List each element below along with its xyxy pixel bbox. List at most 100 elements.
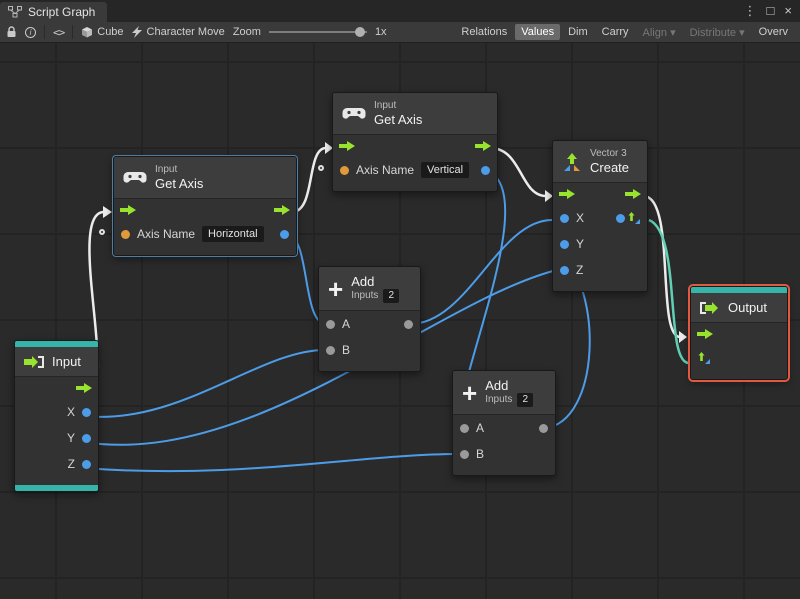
input-port-b[interactable] bbox=[326, 345, 335, 355]
flow-out-arrow-icon[interactable] bbox=[475, 141, 491, 151]
wire-data-input-z-to-add2-b[interactable] bbox=[83, 453, 459, 473]
port-row-b: B bbox=[319, 337, 420, 363]
input-port-a[interactable] bbox=[460, 423, 469, 433]
output-port-y[interactable] bbox=[82, 433, 91, 443]
axis-icon[interactable] bbox=[698, 352, 710, 364]
zoom-slider[interactable] bbox=[268, 25, 367, 39]
node-titles: Add Inputs 2 bbox=[485, 378, 533, 407]
inputs-count-field[interactable]: 2 bbox=[517, 393, 533, 407]
vector3-icon bbox=[564, 152, 580, 171]
toolbar-separator bbox=[72, 25, 74, 39]
overview-button[interactable]: Overv bbox=[753, 24, 794, 40]
sum-output-port[interactable] bbox=[539, 423, 548, 433]
wire-flow-vertical-to-vector3[interactable] bbox=[489, 146, 547, 198]
zoom-value: 1x bbox=[374, 26, 387, 38]
node-title: Input bbox=[52, 354, 81, 369]
axis-name-field[interactable]: Vertical bbox=[421, 162, 470, 178]
axis-name-label: Axis Name bbox=[137, 227, 196, 241]
axis-name-row: Axis Name Horizontal bbox=[99, 221, 296, 247]
axis-name-label: Axis Name bbox=[356, 163, 415, 177]
flow-in-arrow-icon[interactable] bbox=[339, 141, 355, 151]
node-header: Input bbox=[15, 347, 98, 377]
input-port-b[interactable] bbox=[460, 449, 469, 459]
flow-out-arrow-icon[interactable] bbox=[76, 383, 92, 393]
unity-script-graph-window: Script Graph ⋮ □ × i <> Cube Character M… bbox=[0, 0, 800, 599]
plus-icon: + bbox=[328, 273, 344, 304]
wire-arrowhead bbox=[679, 331, 687, 343]
wire-value-vector3-to-output[interactable] bbox=[648, 218, 690, 365]
zoom-slider-handle[interactable] bbox=[354, 27, 365, 37]
tab-bar: Script Graph ⋮ □ × bbox=[0, 0, 800, 22]
vector3-input-row bbox=[691, 345, 787, 371]
value-port-ring[interactable] bbox=[99, 229, 105, 235]
close-icon[interactable]: × bbox=[784, 0, 792, 22]
flow-in-arrow-icon[interactable] bbox=[120, 205, 136, 215]
relations-button[interactable]: Relations bbox=[455, 24, 513, 40]
distribute-dropdown[interactable]: Distribute ▾ bbox=[684, 24, 751, 41]
node-add-2[interactable]: + Add Inputs 2 A B bbox=[452, 370, 556, 476]
node-add-1[interactable]: + Add Inputs 2 A B bbox=[318, 266, 421, 372]
info-icon[interactable]: i bbox=[25, 26, 36, 38]
vector3-output-port[interactable] bbox=[616, 213, 625, 223]
flow-out-arrow-icon[interactable] bbox=[274, 205, 290, 215]
values-button[interactable]: Values bbox=[515, 24, 561, 40]
tab-script-graph[interactable]: Script Graph bbox=[0, 2, 108, 22]
input-port-y[interactable] bbox=[560, 239, 569, 249]
axis-name-port[interactable] bbox=[121, 229, 130, 239]
input-port-z[interactable] bbox=[560, 265, 569, 275]
flow-out-arrow-icon[interactable] bbox=[625, 189, 641, 199]
port-row-y: Y bbox=[553, 231, 647, 257]
node-header: + Add Inputs 2 bbox=[453, 371, 555, 415]
window-controls: ⋮ □ × bbox=[736, 0, 800, 22]
node-graph-output[interactable]: Output bbox=[690, 286, 788, 380]
axis-name-port[interactable] bbox=[340, 165, 349, 175]
flow-in-arrow-icon[interactable] bbox=[697, 329, 713, 339]
wire-data-input-x-to-add1-b[interactable] bbox=[83, 348, 327, 418]
port-row-y: Y bbox=[15, 425, 98, 451]
output-port-z[interactable] bbox=[82, 459, 91, 469]
sum-output-port[interactable] bbox=[404, 319, 413, 329]
distribute-label: Distribute bbox=[689, 26, 737, 39]
node-title: Output bbox=[728, 300, 768, 315]
maximize-icon[interactable]: □ bbox=[767, 0, 775, 22]
flow-in-arrow-icon[interactable] bbox=[559, 189, 575, 199]
axis-name-field[interactable]: Horizontal bbox=[202, 226, 264, 242]
align-dropdown[interactable]: Align ▾ bbox=[637, 24, 682, 41]
float-output-port[interactable] bbox=[280, 229, 289, 239]
flow-row bbox=[333, 135, 497, 157]
cube-breadcrumb[interactable]: Cube bbox=[81, 26, 124, 38]
inputs-count-field[interactable]: 2 bbox=[383, 289, 399, 303]
output-port-x[interactable] bbox=[82, 407, 91, 417]
node-vector3-create[interactable]: Vector 3 Create X Y Z bbox=[552, 140, 648, 292]
dim-button[interactable]: Dim bbox=[562, 24, 594, 40]
node-header: Input Get Axis bbox=[333, 93, 497, 135]
node-titles: Vector 3 Create bbox=[590, 148, 629, 175]
flow-row bbox=[15, 377, 98, 399]
character-move-label: Character Move bbox=[146, 26, 225, 38]
input-port-a[interactable] bbox=[326, 319, 335, 329]
node-graph-input[interactable]: Input X Y Z bbox=[14, 340, 99, 492]
node-get-axis-vertical[interactable]: Input Get Axis Axis Name Vertical bbox=[318, 92, 498, 192]
wire-arrowhead bbox=[103, 206, 112, 218]
window-menu-icon[interactable]: ⋮ bbox=[744, 0, 757, 22]
float-output-port[interactable] bbox=[481, 165, 490, 175]
code-icon[interactable]: <> bbox=[53, 26, 65, 39]
node-get-axis-horizontal[interactable]: Input Get Axis Axis Name Horizontal bbox=[99, 156, 297, 256]
gamepad-icon bbox=[342, 108, 366, 119]
chevron-down-icon: ▾ bbox=[739, 26, 745, 39]
wire-flow-horizontal-to-vertical[interactable] bbox=[291, 146, 327, 214]
port-label: A bbox=[342, 317, 351, 331]
value-port-ring[interactable] bbox=[318, 165, 324, 171]
carry-button[interactable]: Carry bbox=[596, 24, 635, 40]
graph-canvas[interactable]: Input Get Axis Axis Name Vertical Input … bbox=[0, 43, 800, 599]
lock-icon[interactable] bbox=[6, 26, 17, 38]
input-port-x[interactable] bbox=[560, 213, 569, 223]
wire-flow-vector3-to-output[interactable] bbox=[643, 194, 681, 339]
character-move-breadcrumb[interactable]: Character Move bbox=[131, 26, 225, 38]
zoom-slider-track bbox=[268, 31, 367, 33]
port-label: X bbox=[66, 405, 75, 419]
script-icon bbox=[131, 26, 142, 38]
wire-data-add1-to-vector3-x[interactable] bbox=[409, 219, 553, 325]
port-row-z: Z bbox=[15, 451, 98, 477]
teal-accent-strip bbox=[15, 485, 98, 491]
